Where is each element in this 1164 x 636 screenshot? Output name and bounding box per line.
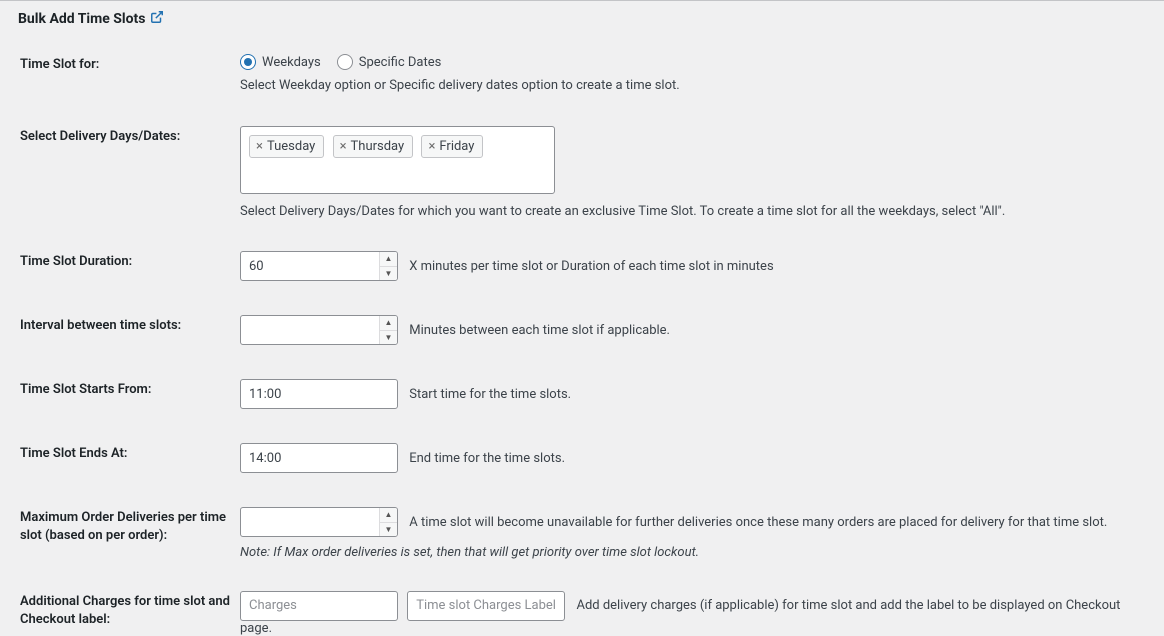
- close-icon[interactable]: ×: [256, 140, 263, 153]
- help-start: Start time for the time slots.: [409, 387, 571, 402]
- help-select-days: Select Delivery Days/Dates for which you…: [240, 202, 1154, 222]
- radio-weekdays[interactable]: Weekdays: [240, 54, 321, 70]
- label-duration: Time Slot Duration:: [0, 251, 240, 315]
- help-interval: Minutes between each time slot if applic…: [409, 323, 670, 338]
- start-time-input[interactable]: [240, 379, 398, 409]
- label-select-days: Select Delivery Days/Dates:: [0, 126, 240, 252]
- help-duration: X minutes per time slot or Duration of e…: [409, 259, 773, 274]
- label-time-slot-for: Time Slot for:: [0, 54, 240, 126]
- help-time-slot-for: Select Weekday option or Specific delive…: [240, 76, 1154, 96]
- charges-label-input[interactable]: [407, 591, 565, 621]
- section-title-text: Bulk Add Time Slots: [18, 11, 145, 27]
- interval-input[interactable]: [240, 315, 398, 345]
- max-deliveries-input[interactable]: [240, 507, 398, 537]
- tag-label: Friday: [439, 139, 474, 154]
- charges-input[interactable]: [240, 591, 398, 621]
- label-interval: Interval between time slots:: [0, 315, 240, 379]
- tag-thursday[interactable]: × Thursday: [333, 135, 414, 158]
- radio-weekdays-label: Weekdays: [262, 55, 321, 70]
- close-icon[interactable]: ×: [340, 140, 347, 153]
- label-start: Time Slot Starts From:: [0, 379, 240, 443]
- tag-tuesday[interactable]: × Tuesday: [249, 135, 324, 158]
- note-max: Note: If Max order deliveries is set, th…: [240, 543, 1154, 563]
- close-icon[interactable]: ×: [428, 140, 435, 153]
- duration-input[interactable]: [240, 251, 398, 281]
- tag-label: Thursday: [351, 139, 405, 154]
- external-link-icon[interactable]: [150, 10, 164, 28]
- radio-icon: [240, 54, 256, 70]
- help-max: A time slot will become unavailable for …: [409, 515, 1107, 530]
- label-max: Maximum Order Deliveries per time slot (…: [0, 507, 240, 591]
- radio-icon: [337, 54, 353, 70]
- section-title: Bulk Add Time Slots: [0, 1, 1164, 28]
- label-charges: Additional Charges for time slot and Che…: [0, 591, 240, 636]
- radio-specific-dates[interactable]: Specific Dates: [337, 54, 442, 70]
- tag-label: Tuesday: [267, 139, 315, 154]
- tag-friday[interactable]: × Friday: [421, 135, 483, 158]
- help-end: End time for the time slots.: [409, 451, 565, 466]
- multiselect-days[interactable]: × Tuesday × Thursday × Friday: [240, 126, 555, 194]
- radio-specific-label: Specific Dates: [359, 55, 442, 70]
- label-end: Time Slot Ends At:: [0, 443, 240, 507]
- end-time-input[interactable]: [240, 443, 398, 473]
